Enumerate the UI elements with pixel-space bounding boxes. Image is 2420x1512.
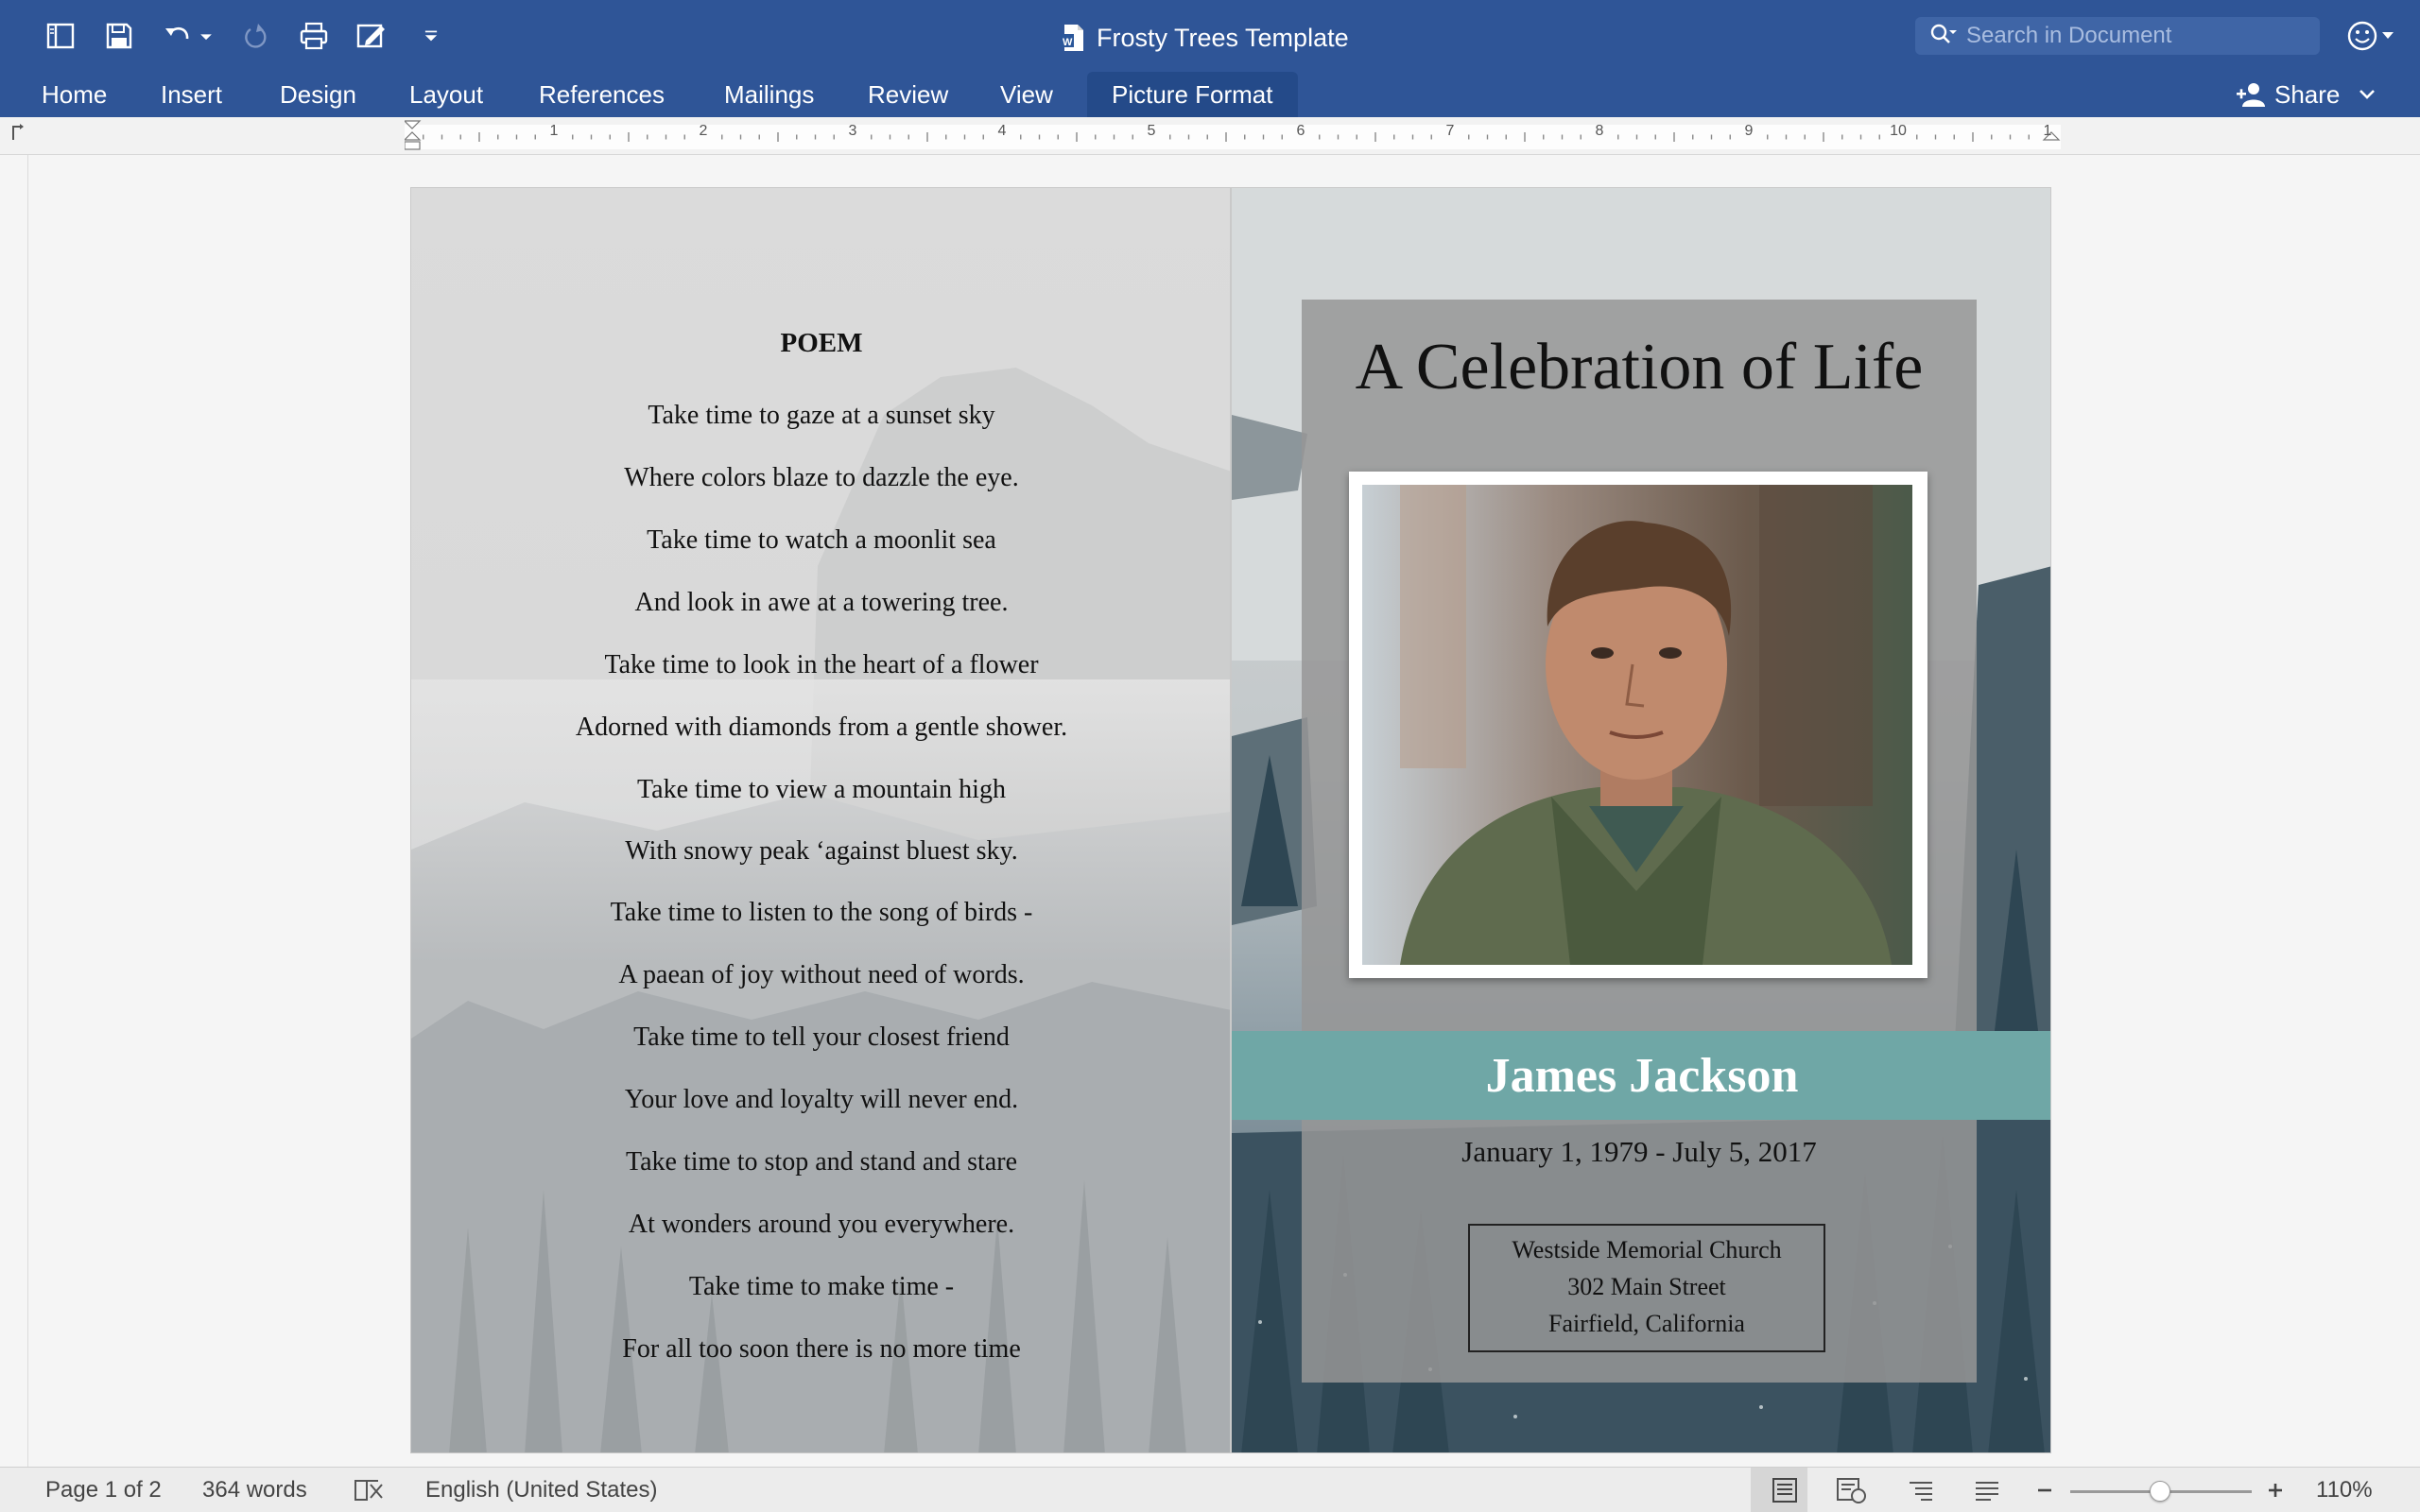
left-page[interactable]: POEM Take time to gaze at a sunset sky W… — [410, 187, 1231, 1453]
tab-design[interactable]: Design — [255, 72, 381, 117]
svg-text:W: W — [1063, 37, 1073, 48]
poem-line: Where colors blaze to dazzle the eye. — [624, 463, 1019, 492]
tab-references[interactable]: References — [514, 72, 689, 117]
undo-icon[interactable] — [159, 17, 197, 55]
poem-line: Take time to listen to the song of birds… — [610, 898, 1033, 927]
right-page[interactable]: A Celebration of Life James Jackson Janu… — [1231, 187, 2051, 1453]
poem-line: With snowy peak ‘against bluest sky. — [625, 836, 1018, 866]
venue-city: Fairfield, California — [1548, 1310, 1745, 1337]
undo-dropdown-icon[interactable] — [195, 17, 217, 55]
word-document-icon: W — [1061, 25, 1083, 51]
sidebar-toggle-icon[interactable] — [42, 17, 79, 55]
zoom-out-icon[interactable] — [2031, 1475, 2059, 1505]
tab-home[interactable]: Home — [17, 72, 131, 117]
left-indent-marker — [405, 141, 421, 150]
share-label: Share — [2274, 79, 2341, 109]
poem-line: Take time to watch a moonlit sea — [647, 525, 996, 555]
save-icon[interactable] — [100, 17, 138, 55]
poem-line: A paean of joy without need of words. — [618, 960, 1025, 989]
venue-name: Westside Memorial Church — [1512, 1236, 1782, 1263]
title-bar: W Frosty Trees Template Search in Docume… — [0, 0, 2420, 72]
poem-line: And look in awe at a towering tree. — [634, 588, 1009, 617]
document-title: W Frosty Trees Template — [1059, 19, 1349, 57]
ruler-number: 1 — [2044, 123, 2052, 139]
share-button[interactable]: Share — [2235, 76, 2383, 113]
horizontal-ruler[interactable]: 1 2 3 4 5 6 7 8 9 10 1 — [405, 117, 2061, 155]
ruler-number: 7 — [1446, 123, 1455, 139]
page-count[interactable]: Page 1 of 2 — [45, 1477, 162, 1503]
poem-line: Take time to gaze at a sunset sky — [648, 401, 995, 430]
ruler-number: 6 — [1297, 123, 1305, 139]
print-layout-view-icon[interactable] — [1768, 1475, 1802, 1505]
zoom-slider-thumb[interactable] — [2150, 1481, 2170, 1502]
print-icon[interactable] — [295, 17, 333, 55]
poem-line: Take time to tell your closest friend — [633, 1022, 1010, 1052]
tab-mailings[interactable]: Mailings — [700, 72, 838, 117]
vertical-ruler — [0, 155, 28, 1467]
tab-review[interactable]: Review — [843, 72, 973, 117]
edit-document-icon[interactable] — [352, 17, 389, 55]
ruler-number: 9 — [1745, 123, 1754, 139]
language-status[interactable]: English (United States) — [425, 1477, 657, 1503]
poem-line: Take time to make time - — [688, 1272, 955, 1301]
poem-line: At wonders around you everywhere. — [628, 1210, 1015, 1239]
zoom-in-icon[interactable] — [2261, 1475, 2290, 1505]
status-bar: Page 1 of 2 364 words English (United St… — [0, 1467, 2420, 1512]
ruler-number: 3 — [849, 123, 857, 139]
tab-picture-format[interactable]: Picture Format — [1087, 72, 1298, 117]
document-title-text: Frosty Trees Template — [1097, 23, 1349, 52]
chevron-down-icon — [2360, 90, 2376, 99]
feedback-smiley-icon[interactable] — [2346, 17, 2399, 55]
poem-line: Take time to stop and stand and stare — [625, 1147, 1018, 1177]
ruler-number: 5 — [1148, 123, 1156, 139]
tab-insert[interactable]: Insert — [136, 72, 247, 117]
search-placeholder: Search in Document — [1966, 23, 2172, 48]
tab-stop-selector-icon[interactable] — [6, 121, 28, 144]
word-count[interactable]: 364 words — [202, 1477, 307, 1503]
outline-view-icon[interactable] — [1904, 1475, 1938, 1505]
draft-view-icon[interactable] — [1970, 1475, 2004, 1505]
web-layout-view-icon[interactable] — [1834, 1475, 1868, 1505]
customize-toolbar-icon[interactable] — [412, 17, 450, 55]
poem-title: POEM — [780, 328, 863, 358]
add-person-icon — [2237, 83, 2265, 107]
venue-street: 302 Main Street — [1567, 1273, 1726, 1300]
search-input[interactable]: Search in Document — [1915, 17, 2320, 55]
poem-line: Adorned with diamonds from a gentle show… — [575, 713, 1068, 742]
tab-view[interactable]: View — [976, 72, 1078, 117]
deceased-name: James Jackson — [1232, 1031, 2050, 1120]
zoom-level[interactable]: 110% — [2316, 1477, 2373, 1503]
horizontal-ruler-bar: 1 2 3 4 5 6 7 8 9 10 1 — [0, 117, 2420, 155]
poem-line: Take time to look in the heart of a flow… — [604, 650, 1039, 679]
misty-mountain-background — [411, 188, 1230, 1452]
search-icon — [1930, 24, 1957, 43]
portrait-photo[interactable] — [1362, 485, 1912, 965]
ruler-number: 2 — [700, 123, 708, 139]
celebration-heading: A Celebration of Life — [1355, 331, 1924, 404]
poem-line: For all too soon there is no more time — [622, 1334, 1021, 1364]
venue-box: Westside Memorial Church 302 Main Street… — [1468, 1224, 1825, 1352]
redo-icon[interactable] — [236, 17, 274, 55]
tab-layout[interactable]: Layout — [385, 72, 508, 117]
poem-line: Take time to view a mountain high — [637, 775, 1006, 804]
ruler-number: 1 — [550, 123, 559, 139]
proofing-book-icon[interactable] — [352, 1475, 386, 1505]
life-dates: January 1, 1979 - July 5, 2017 — [1461, 1135, 1817, 1168]
poem-line: Your love and loyalty will never end. — [624, 1085, 1019, 1114]
ruler-number: 10 — [1890, 123, 1907, 139]
ruler-number: 8 — [1596, 123, 1604, 139]
ruler-number: 4 — [998, 123, 1007, 139]
